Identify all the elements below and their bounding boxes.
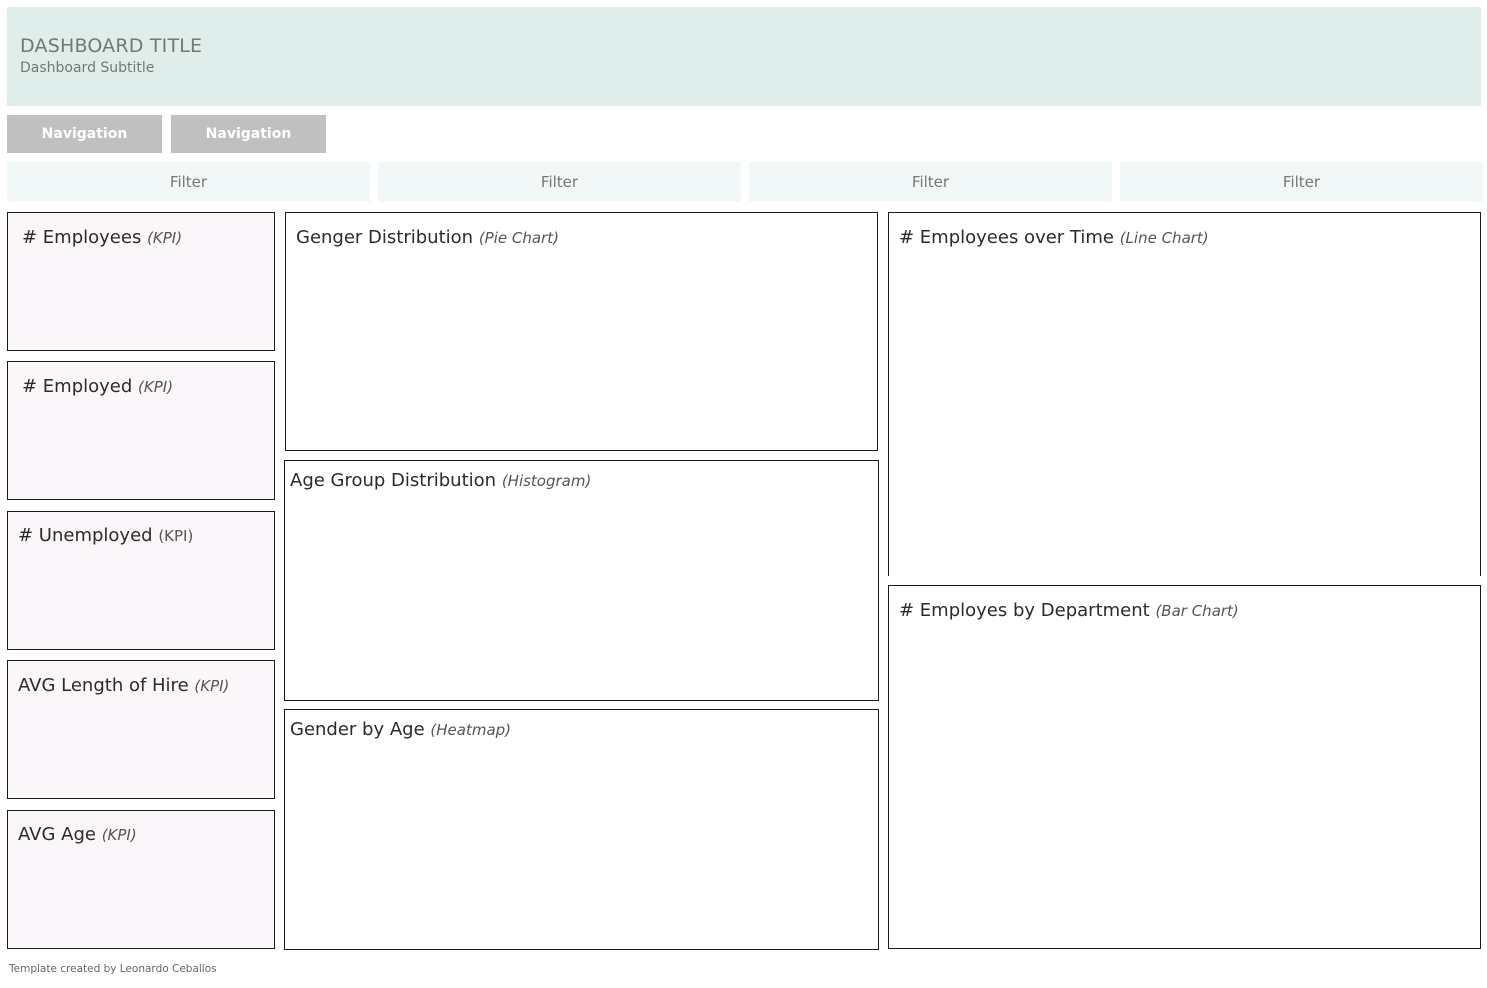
kpi-avg-length-of-hire-title: AVG Length of Hire (KPI): [18, 675, 229, 697]
chart-age-group-distribution-title: Age Group Distribution (Histogram): [290, 470, 591, 492]
dashboard-header: DASHBOARD TITLE Dashboard Subtitle: [7, 7, 1481, 106]
chart-type: (Line Chart): [1119, 229, 1209, 247]
filter-4[interactable]: Filter: [1120, 162, 1483, 202]
kpi-name: # Employed: [22, 376, 133, 397]
kpi-employees: # Employees (KPI): [7, 212, 275, 351]
filter-2[interactable]: Filter: [378, 162, 741, 202]
kpi-avg-length-of-hire: AVG Length of Hire (KPI): [7, 660, 275, 799]
kpi-unemployed: # Unemployed (KPI): [7, 511, 275, 650]
filter-3[interactable]: Filter: [749, 162, 1112, 202]
chart-name: # Employees over Time: [899, 227, 1114, 248]
chart-employees-over-time: # Employees over Time (Line Chart): [888, 212, 1481, 576]
chart-employees-by-department-title: # Employes by Department (Bar Chart): [899, 600, 1239, 622]
chart-gender-by-age-title: Gender by Age (Heatmap): [290, 719, 511, 741]
footer-credit: Template created by Leonardo Ceballos: [9, 963, 217, 975]
kpi-type: (KPI): [158, 527, 194, 545]
chart-name: Genger Distribution: [296, 227, 474, 248]
kpi-avg-age-title: AVG Age (KPI): [18, 824, 137, 846]
chart-type: (Heatmap): [430, 721, 512, 739]
kpi-name: # Employees: [22, 227, 142, 248]
kpi-type: (KPI): [147, 229, 183, 247]
navigation-button-2[interactable]: Navigation: [171, 115, 326, 153]
chart-type: (Pie Chart): [478, 229, 559, 247]
dashboard-subtitle: Dashboard Subtitle: [20, 60, 155, 76]
chart-gender-distribution-title: Genger Distribution (Pie Chart): [296, 227, 559, 249]
chart-type: (Bar Chart): [1155, 602, 1239, 620]
kpi-name: AVG Age: [18, 824, 96, 845]
chart-age-group-distribution: Age Group Distribution (Histogram): [284, 460, 879, 701]
chart-name: Gender by Age: [290, 719, 425, 740]
kpi-unemployed-title: # Unemployed (KPI): [18, 525, 193, 547]
chart-name: # Employes by Department: [899, 600, 1150, 621]
chart-employees-over-time-title: # Employees over Time (Line Chart): [899, 227, 1209, 249]
chart-type: (Histogram): [501, 472, 592, 490]
kpi-avg-age: AVG Age (KPI): [7, 810, 275, 949]
kpi-type: (KPI): [138, 378, 174, 396]
kpi-employees-title: # Employees (KPI): [22, 227, 182, 249]
kpi-type: (KPI): [194, 677, 230, 695]
kpi-type: (KPI): [101, 826, 137, 844]
kpi-name: AVG Length of Hire: [18, 675, 189, 696]
chart-name: Age Group Distribution: [290, 470, 497, 491]
chart-gender-by-age: Gender by Age (Heatmap): [284, 709, 879, 950]
dashboard-title: DASHBOARD TITLE: [20, 35, 203, 57]
kpi-name: # Unemployed: [18, 525, 153, 546]
kpi-employed: # Employed (KPI): [7, 361, 275, 500]
kpi-employed-title: # Employed (KPI): [22, 376, 173, 398]
filter-1[interactable]: Filter: [7, 162, 370, 202]
navigation-button-1[interactable]: Navigation: [7, 115, 162, 153]
chart-employees-by-department: # Employes by Department (Bar Chart): [888, 585, 1481, 949]
chart-gender-distribution: Genger Distribution (Pie Chart): [285, 212, 878, 451]
